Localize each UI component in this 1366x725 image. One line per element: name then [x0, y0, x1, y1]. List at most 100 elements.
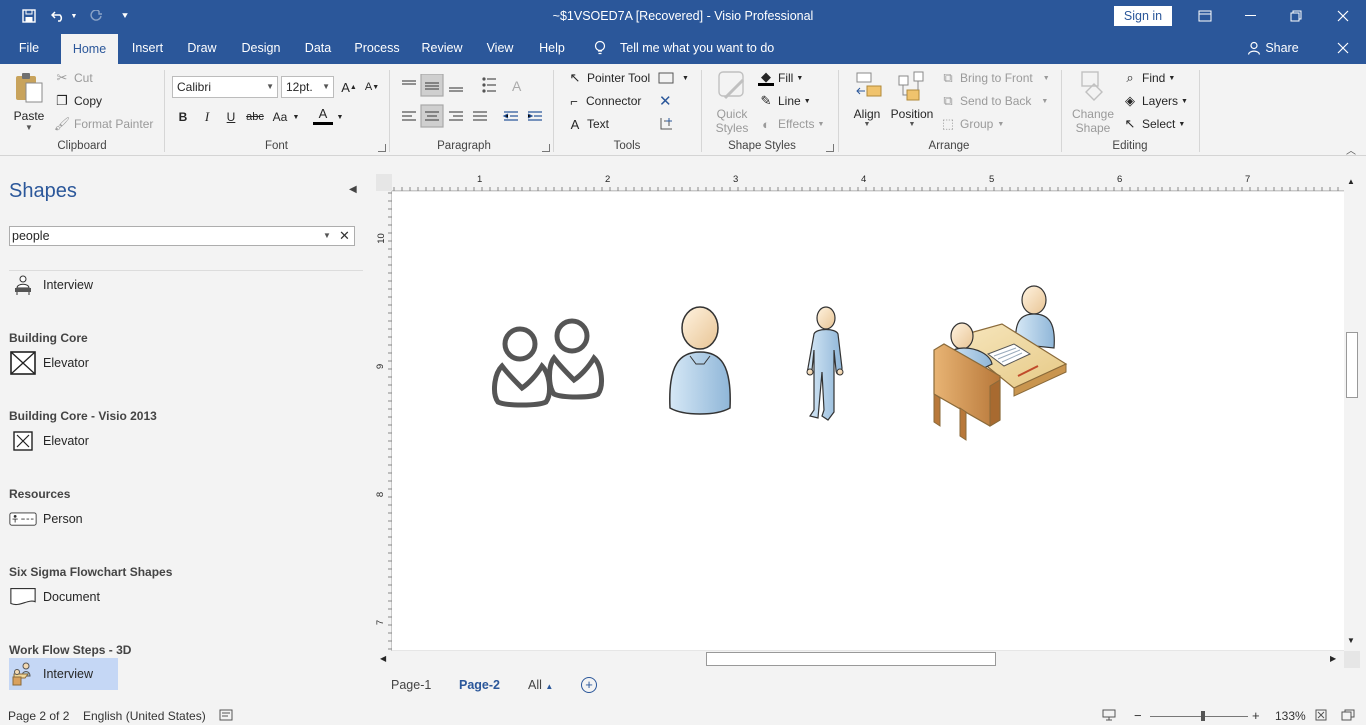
tab-help[interactable]: Help — [531, 32, 573, 64]
tab-file[interactable]: File — [8, 32, 50, 64]
tab-insert[interactable]: Insert — [124, 32, 171, 64]
stencil-item-interview-3d[interactable]: Interview — [9, 658, 118, 690]
zoom-level[interactable]: 133% — [1275, 709, 1306, 723]
shapes-search-input[interactable]: people ▼ ✕ — [9, 226, 355, 246]
horizontal-scrollbar[interactable]: ◀ ▶ — [376, 651, 1344, 668]
sign-in-button[interactable]: Sign in — [1114, 6, 1172, 26]
drawing-page[interactable] — [392, 192, 1344, 650]
minimize-icon[interactable] — [1240, 0, 1262, 32]
text-tool-button[interactable]: A Text — [567, 114, 609, 134]
connection-point-icon[interactable] — [658, 114, 674, 134]
underline-button[interactable]: U — [220, 106, 242, 128]
close-window-icon[interactable] — [1332, 0, 1354, 32]
search-history-dropdown-icon[interactable]: ▼ — [323, 227, 331, 245]
paragraph-align-icons[interactable]: A — [398, 74, 548, 134]
tab-view[interactable]: View — [479, 32, 521, 64]
stencil-item-document[interactable]: Document — [9, 581, 100, 613]
undo-icon[interactable] — [48, 0, 68, 32]
vertical-scroll-thumb[interactable] — [1346, 332, 1358, 398]
collapse-panel-icon[interactable]: ◀ — [349, 184, 357, 195]
collapse-ribbon-icon[interactable]: ︿ — [1346, 142, 1356, 157]
tab-data[interactable]: Data — [298, 32, 338, 64]
bold-button[interactable]: B — [172, 106, 194, 128]
paste-button[interactable]: Paste ▼ — [12, 70, 46, 138]
zoom-out-icon[interactable]: − — [1134, 708, 1142, 723]
tell-me-search[interactable]: Tell me what you want to do — [620, 32, 780, 64]
paragraph-dialog-launcher-icon[interactable] — [542, 144, 550, 152]
tab-process[interactable]: Process — [349, 32, 405, 64]
page-tab-all[interactable]: All ▲ — [528, 678, 553, 692]
tab-review[interactable]: Review — [415, 32, 469, 64]
font-size-select[interactable]: 12pt. ▼ — [281, 76, 334, 98]
zoom-slider[interactable] — [1150, 716, 1248, 717]
font-color-button[interactable]: A — [313, 105, 333, 125]
rectangle-shape-button[interactable]: ▼ — [658, 68, 689, 88]
page-count[interactable]: Page 2 of 2 — [8, 709, 69, 723]
undo-dropdown-icon[interactable]: ▼ — [69, 0, 79, 32]
tab-design[interactable]: Design — [234, 32, 288, 64]
fill-button[interactable]: ◆ Fill ▼ — [758, 68, 803, 88]
connector-button[interactable]: ⌐ Connector — [566, 91, 641, 111]
layers-button[interactable]: ◈ Layers ▼ — [1122, 91, 1188, 111]
scroll-left-icon[interactable]: ◀ — [380, 654, 386, 663]
stencil-heading[interactable]: Six Sigma Flowchart Shapes — [9, 565, 172, 579]
standing-person-shape[interactable] — [804, 306, 848, 422]
ribbon-display-options-icon[interactable] — [1194, 0, 1216, 32]
stencil-item-elevator-2013[interactable]: Elevator — [9, 425, 89, 457]
person-bust-shape[interactable] — [666, 304, 734, 420]
share-person-icon[interactable] — [1244, 32, 1264, 64]
tab-draw[interactable]: Draw — [180, 32, 224, 64]
zoom-in-icon[interactable]: + — [1252, 708, 1260, 723]
strikethrough-button[interactable]: abc — [244, 106, 266, 128]
macro-recording-icon[interactable] — [219, 709, 233, 724]
page-tab-page1[interactable]: Page-1 — [391, 678, 431, 692]
delete-connector-icon[interactable]: ✕ — [659, 91, 672, 111]
fit-page-icon[interactable] — [1315, 709, 1327, 724]
tab-home[interactable]: Home — [61, 34, 118, 64]
customize-toolbar-icon[interactable]: ⯆ — [118, 0, 132, 32]
switch-windows-icon[interactable] — [1341, 709, 1355, 724]
increase-font-icon[interactable]: A ▲ — [338, 76, 360, 98]
align-button[interactable]: Align ▼ — [848, 70, 886, 140]
scroll-up-icon[interactable]: ▲ — [1347, 177, 1355, 186]
pointer-tool-button[interactable]: ↖ Pointer Tool — [567, 68, 651, 88]
stencil-heading[interactable]: Building Core - Visio 2013 — [9, 409, 157, 423]
horizontal-scroll-thumb[interactable] — [706, 652, 996, 666]
add-page-icon[interactable]: + — [581, 677, 597, 693]
stencil-item-person[interactable]: Person — [9, 503, 83, 535]
clear-search-icon[interactable]: ✕ — [339, 227, 350, 245]
stencil-item-interview[interactable]: Interview — [9, 269, 93, 301]
font-name-select[interactable]: Calibri ▼ — [172, 76, 278, 98]
interview-3d-shape[interactable] — [930, 284, 1070, 444]
select-button[interactable]: ↖ Select ▼ — [1122, 114, 1186, 134]
find-button[interactable]: ⌕ Find ▼ — [1122, 68, 1175, 88]
font-dialog-launcher-icon[interactable] — [378, 144, 386, 152]
search-icon: ⌕ — [1126, 70, 1134, 85]
stencil-item-elevator[interactable]: Elevator — [9, 347, 89, 379]
scroll-right-icon[interactable]: ▶ — [1330, 654, 1336, 663]
vertical-scrollbar[interactable]: ▲ ▼ — [1344, 174, 1360, 651]
restore-icon[interactable] — [1285, 0, 1307, 32]
change-case-button[interactable]: Aa — [268, 106, 292, 128]
presentation-mode-icon[interactable] — [1102, 709, 1116, 724]
copy-button[interactable]: ❐ Copy — [54, 91, 102, 111]
position-button[interactable]: Position ▼ — [889, 70, 935, 140]
stencil-heading[interactable]: Building Core — [9, 331, 88, 345]
shape-styles-dialog-launcher-icon[interactable] — [826, 144, 834, 152]
italic-button[interactable]: I — [196, 106, 218, 128]
scroll-down-icon[interactable]: ▼ — [1347, 636, 1355, 645]
save-icon[interactable] — [18, 0, 40, 32]
chevron-down-icon[interactable]: ▼ — [334, 106, 346, 128]
stencil-heading[interactable]: Work Flow Steps - 3D — [9, 643, 131, 657]
close-document-icon[interactable] — [1332, 32, 1354, 64]
stencil-heading[interactable]: Resources — [9, 487, 70, 501]
zoom-slider-thumb[interactable] — [1201, 711, 1205, 721]
chevron-down-icon[interactable]: ▼ — [290, 106, 302, 128]
language-indicator[interactable]: English (United States) — [83, 709, 206, 723]
page-tab-page2[interactable]: Page-2 — [459, 678, 500, 692]
people-outline-shape[interactable] — [488, 314, 606, 412]
decrease-font-icon[interactable]: A ▼ — [361, 76, 383, 98]
ruler-label: 1 — [477, 174, 483, 185]
line-button[interactable]: ✎ Line ▼ — [758, 91, 811, 111]
share-button[interactable]: Share — [1264, 32, 1300, 64]
